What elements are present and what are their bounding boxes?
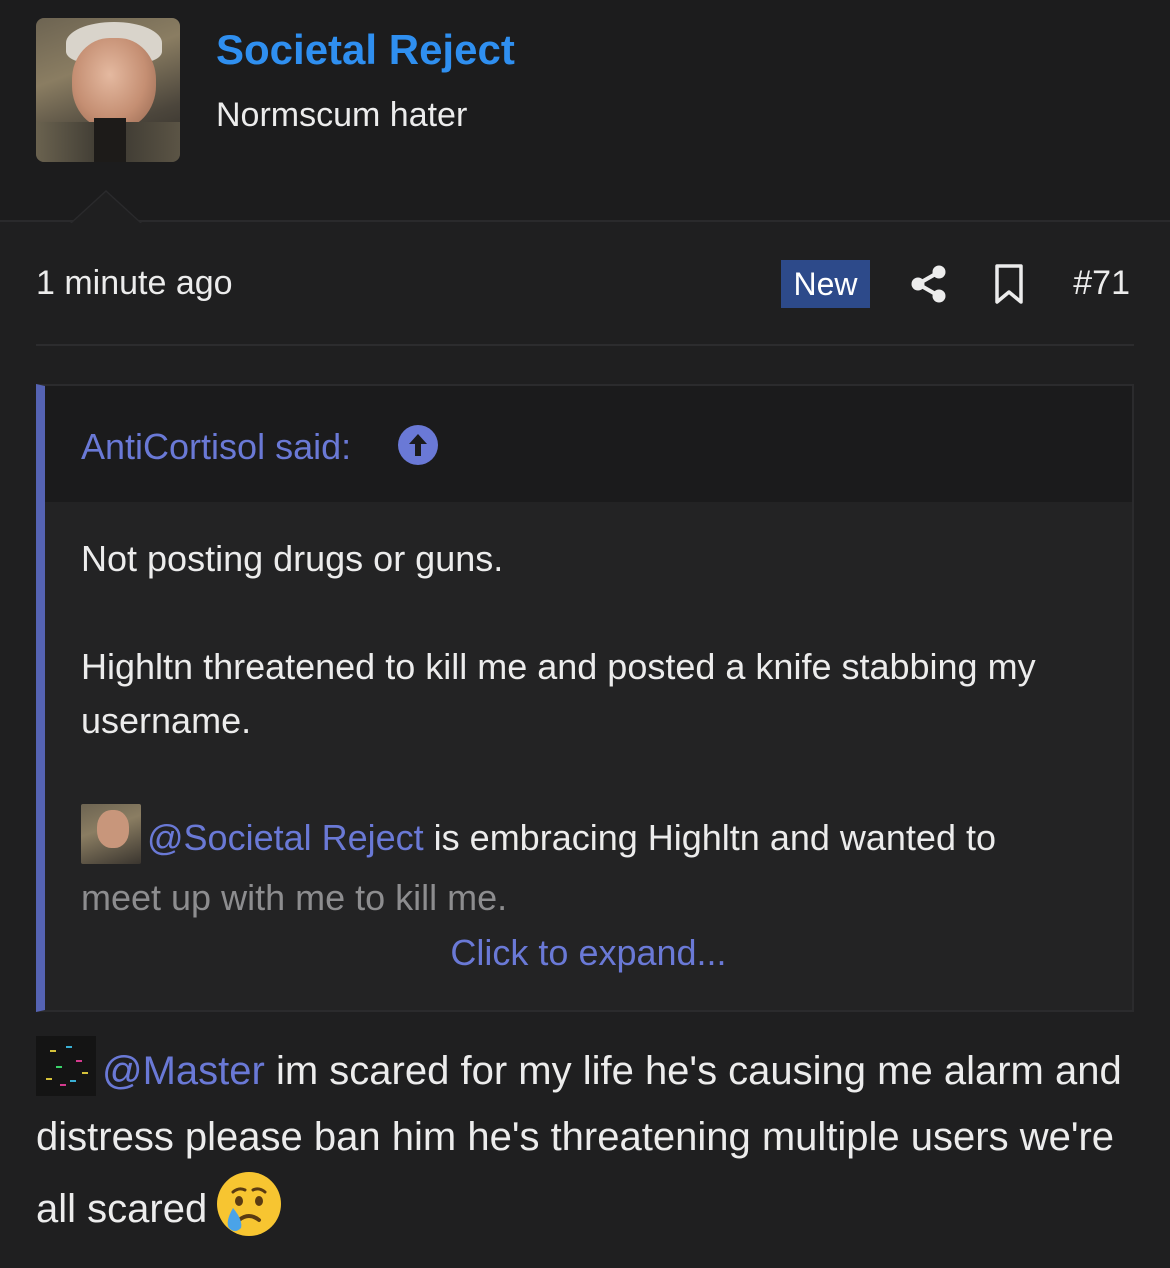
quote-mention-link[interactable]: @Societal Reject xyxy=(147,817,424,858)
quote-line-1: Not posting drugs or guns. xyxy=(81,538,504,579)
user-header: Societal Reject Normscum hater xyxy=(0,0,1170,223)
post-timestamp[interactable]: 1 minute ago xyxy=(36,264,233,303)
username-link[interactable]: Societal Reject xyxy=(216,26,515,74)
quote-body: Not posting drugs or guns. Highltn threa… xyxy=(81,532,1111,748)
post-body: @Master im scared for my life he's causi… xyxy=(36,1036,1136,1242)
avatar-face xyxy=(72,38,156,130)
quote-line-2: Highltn threatened to kill me and posted… xyxy=(81,646,1036,741)
new-badge: New xyxy=(781,260,870,308)
post-mention-link[interactable]: @Master xyxy=(102,1049,265,1093)
mention-avatar xyxy=(81,804,141,864)
quote-faded-text: meet up with me to kill me. xyxy=(81,877,508,918)
header-pointer xyxy=(70,190,142,223)
quote-block: AntiCortisol said: Not posting drugs or … xyxy=(36,384,1134,1012)
post-meta-row: 1 minute ago New #71 xyxy=(36,258,1134,310)
share-icon[interactable] xyxy=(910,264,948,304)
master-avatar xyxy=(36,1036,96,1096)
crying-face-emoji xyxy=(217,1172,282,1236)
avatar-collar xyxy=(94,118,126,162)
quote-mention-text: is embracing Highltn and wanted to xyxy=(423,817,996,858)
quote-author[interactable]: AntiCortisol said: xyxy=(81,426,351,468)
quote-mention-paragraph: @Societal Reject is embracing Highltn an… xyxy=(81,804,1111,928)
post-number-link[interactable]: #71 xyxy=(1073,264,1130,303)
user-title: Normscum hater xyxy=(216,96,468,134)
bookmark-icon[interactable] xyxy=(994,264,1024,304)
click-to-expand-link[interactable]: Click to expand... xyxy=(45,932,1132,974)
arrow-up-circle-icon[interactable] xyxy=(398,425,438,465)
quote-header: AntiCortisol said: xyxy=(45,386,1132,502)
user-avatar[interactable] xyxy=(36,18,180,162)
meta-divider xyxy=(36,344,1134,346)
